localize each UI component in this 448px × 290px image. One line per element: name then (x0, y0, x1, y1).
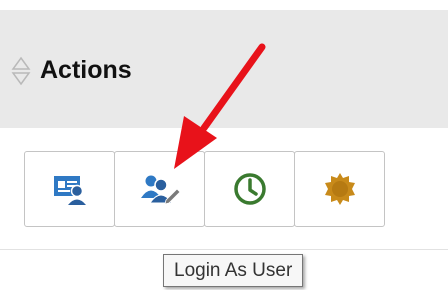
tooltip: Login As User (163, 254, 304, 287)
actions-column-title: Actions (40, 56, 132, 84)
row-divider (0, 249, 448, 250)
profile-card-icon (53, 176, 86, 205)
history-button[interactable] (204, 151, 295, 227)
badge-seal-icon (324, 173, 355, 205)
badge-button[interactable] (294, 151, 385, 227)
login-as-user-button[interactable] (114, 151, 205, 227)
users-edit-icon (140, 175, 181, 205)
sort-diamond-icon[interactable] (10, 56, 32, 86)
view-profile-button[interactable] (24, 151, 115, 227)
clock-icon (233, 173, 266, 205)
action-button-group (24, 151, 385, 227)
